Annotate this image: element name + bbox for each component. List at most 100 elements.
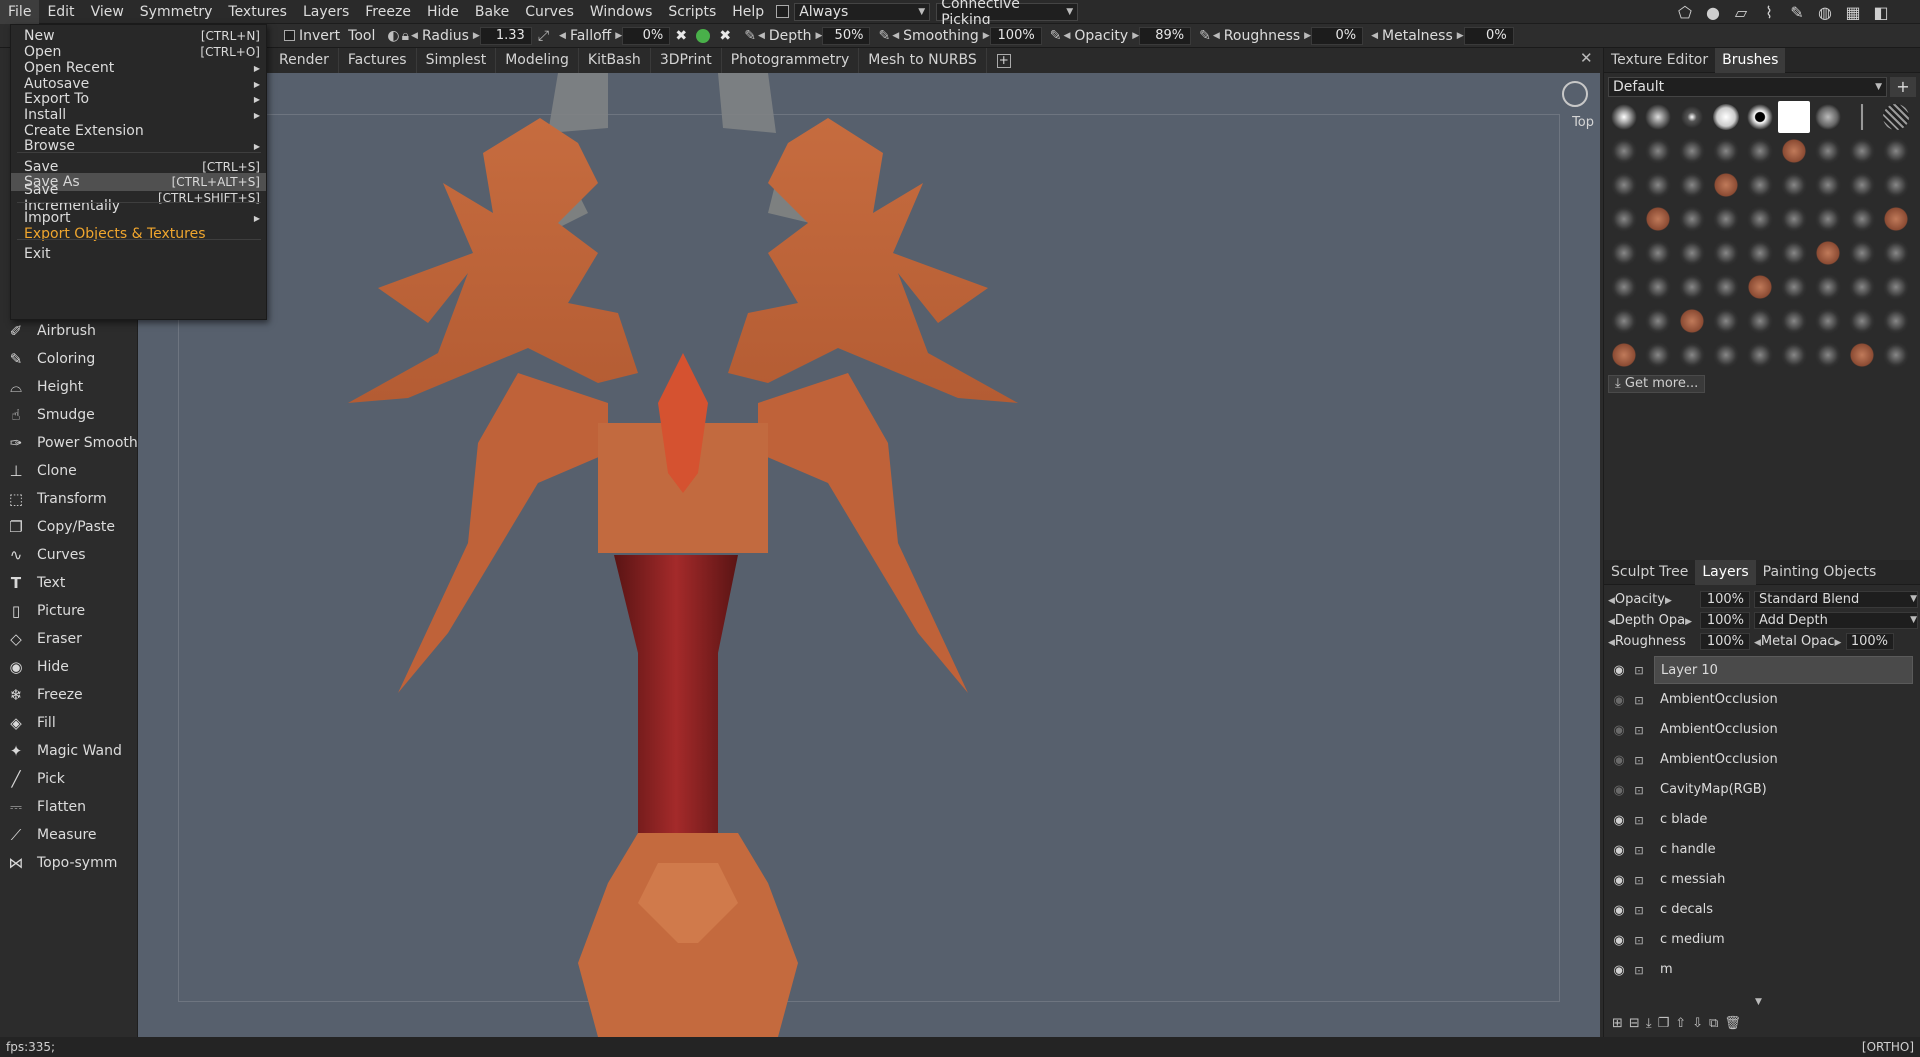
menu-freeze[interactable]: Freeze [357,0,419,24]
brush-thumbnail[interactable] [1778,271,1810,303]
tool-text[interactable]: T Text [0,568,138,598]
smoothing-value[interactable]: 100% [989,26,1042,45]
brush-thumbnail[interactable] [1880,339,1912,371]
lock-icon[interactable]: ⊡ [1632,754,1646,767]
lock-icon[interactable]: ⊡ [1632,934,1646,947]
layer-opacity-value[interactable]: 100% [1700,591,1750,608]
close-icon[interactable]: ✖ [672,27,690,45]
get-more-button[interactable]: ⤓ Get more... [1608,375,1706,393]
brush-thumbnail[interactable] [1744,135,1776,167]
layer-row[interactable]: ◉ ⊡ AmbientOcclusion [1604,745,1920,775]
sphere-icon[interactable]: ● [1702,2,1724,22]
brush-thumbnail[interactable] [1642,169,1674,201]
tab-sculpt-tree[interactable]: Sculpt Tree [1604,560,1695,585]
brush-thumbnail[interactable] [1676,271,1708,303]
falloff-value[interactable]: 0% [622,26,671,45]
increase-icon[interactable]: ▶ [473,31,480,41]
decrease-icon[interactable]: ◀ [892,31,899,41]
add-brush-button[interactable]: + [1890,77,1916,97]
opacity-control[interactable]: ✎ ◀ Opacity ▶ 89% [1050,26,1192,45]
tool-fill[interactable]: ◈ Fill [0,708,138,738]
tab-photogrammetry[interactable]: Photogrammetry [722,48,860,73]
tool-pick[interactable]: ╱ Pick [0,764,138,794]
brush-thumbnail[interactable] [1676,169,1708,201]
brush-thumbnail[interactable] [1608,305,1640,337]
brush-thumbnail[interactable] [1812,169,1844,201]
tab-modeling[interactable]: Modeling [496,48,579,73]
brush-thumbnail[interactable] [1812,305,1844,337]
file-menu-item[interactable]: Exit [11,245,266,263]
tool-smudge[interactable]: ☝ Smudge [0,400,138,430]
tool-eraser[interactable]: ◇ Eraser [0,624,138,654]
depth-value[interactable]: 50% [822,26,871,45]
eye-hidden-icon[interactable]: ◉ [1610,723,1628,738]
brush-thumbnail[interactable] [1676,135,1708,167]
increase-icon[interactable]: ▶ [1132,31,1139,41]
brush-thumbnail[interactable] [1778,101,1810,133]
always-dropdown[interactable]: Always ▼ [794,2,931,21]
green-dot-icon[interactable] [694,27,712,45]
brush-thumbnail[interactable] [1676,339,1708,371]
brush-thumbnail[interactable] [1710,169,1742,201]
brush-thumbnail[interactable] [1812,101,1844,133]
always-toggle[interactable]: Always ▼ [772,2,934,21]
eye-icon[interactable]: ◉ [1610,843,1628,858]
increase-icon[interactable]: ▶ [615,31,622,41]
blend-mode-dropdown[interactable]: Standard Blend ▼ [1754,591,1918,608]
import-layer-icon[interactable]: ⤓ [1646,1016,1652,1031]
brush-thumbnail[interactable] [1744,237,1776,269]
lock-icon[interactable]: ⊡ [1632,724,1646,737]
brush-thumbnail[interactable] [1778,305,1810,337]
brush-thumbnail[interactable] [1744,101,1776,133]
eye-icon[interactable]: ◉ [1610,903,1628,918]
tab-simplest[interactable]: Simplest [417,48,497,73]
move-up-icon[interactable]: ⇧ [1675,1016,1686,1031]
brush-thumbnail[interactable] [1608,203,1640,235]
layer-row[interactable]: ◉ ⊡ Layer 10 [1604,655,1920,685]
checker-icon[interactable]: ▦ [1842,2,1864,22]
brush-thumbnail[interactable] [1778,203,1810,235]
layer-row[interactable]: ◉ ⊡ c handle [1604,835,1920,865]
increase-icon[interactable]: ▶ [816,31,823,41]
brush-thumbnail[interactable] [1846,237,1878,269]
metalness-control[interactable]: ◀ Metalness ▶ 0% [1371,26,1514,45]
tab-texture-editor[interactable]: Texture Editor [1604,48,1715,73]
brush-thumbnail[interactable] [1812,237,1844,269]
brush-thumbnail[interactable] [1710,135,1742,167]
sphere-wire-icon[interactable]: ◍ [1814,2,1836,22]
tool-picture[interactable]: ▯ Picture [0,596,138,626]
depth-mode-dropdown[interactable]: Add Depth ▼ [1754,612,1918,629]
menu-bake[interactable]: Bake [467,0,517,24]
brush-thumbnail[interactable] [1608,135,1640,167]
brush-thumbnail[interactable] [1778,339,1810,371]
decrease-icon[interactable]: ◀ [411,31,418,41]
close-icon[interactable]: ✖ [716,27,734,45]
tab-render[interactable]: Render [270,48,339,73]
roughness-row[interactable]: ◀Roughness 100% ◀Metal Opac▶ 100% [1608,632,1918,651]
brush-thumbnail[interactable] [1812,135,1844,167]
brush-thumbnail[interactable] [1880,101,1912,133]
brush-thumbnail[interactable] [1744,203,1776,235]
tool-flatten[interactable]: ⎓ Flatten [0,792,138,822]
brush-thumbnail[interactable] [1880,169,1912,201]
brush-thumbnail[interactable] [1642,237,1674,269]
add-layer-icon[interactable]: ⊞ [1612,1016,1623,1031]
layer-roughness-value[interactable]: 100% [1700,633,1750,650]
navigation-gizmo-icon[interactable] [1562,81,1588,107]
tools-icon[interactable]: ✎ [1786,2,1808,22]
decrease-icon[interactable]: ◀ [559,31,566,41]
brush-thumbnail[interactable] [1880,237,1912,269]
decrease-icon[interactable]: ◀ [1213,31,1220,41]
brush-thumbnail[interactable] [1778,169,1810,201]
tool-coloring[interactable]: ✎ Coloring [0,344,138,374]
brush-thumbnail[interactable] [1812,271,1844,303]
tool-clone[interactable]: ⊥ Clone [0,456,138,486]
brush-stroke-icon[interactable]: ⌇ [1758,2,1780,22]
brush-thumbnail[interactable] [1778,237,1810,269]
tool-curves[interactable]: ∿ Curves [0,540,138,570]
invert-checkbox[interactable] [284,30,295,41]
frame-icon[interactable]: ▱ [1730,2,1752,22]
lock-icon[interactable]: ⊡ [1632,874,1646,887]
file-menu-item[interactable]: Export Objects & Textures [11,225,266,243]
tab-kitbash[interactable]: KitBash [579,48,651,73]
